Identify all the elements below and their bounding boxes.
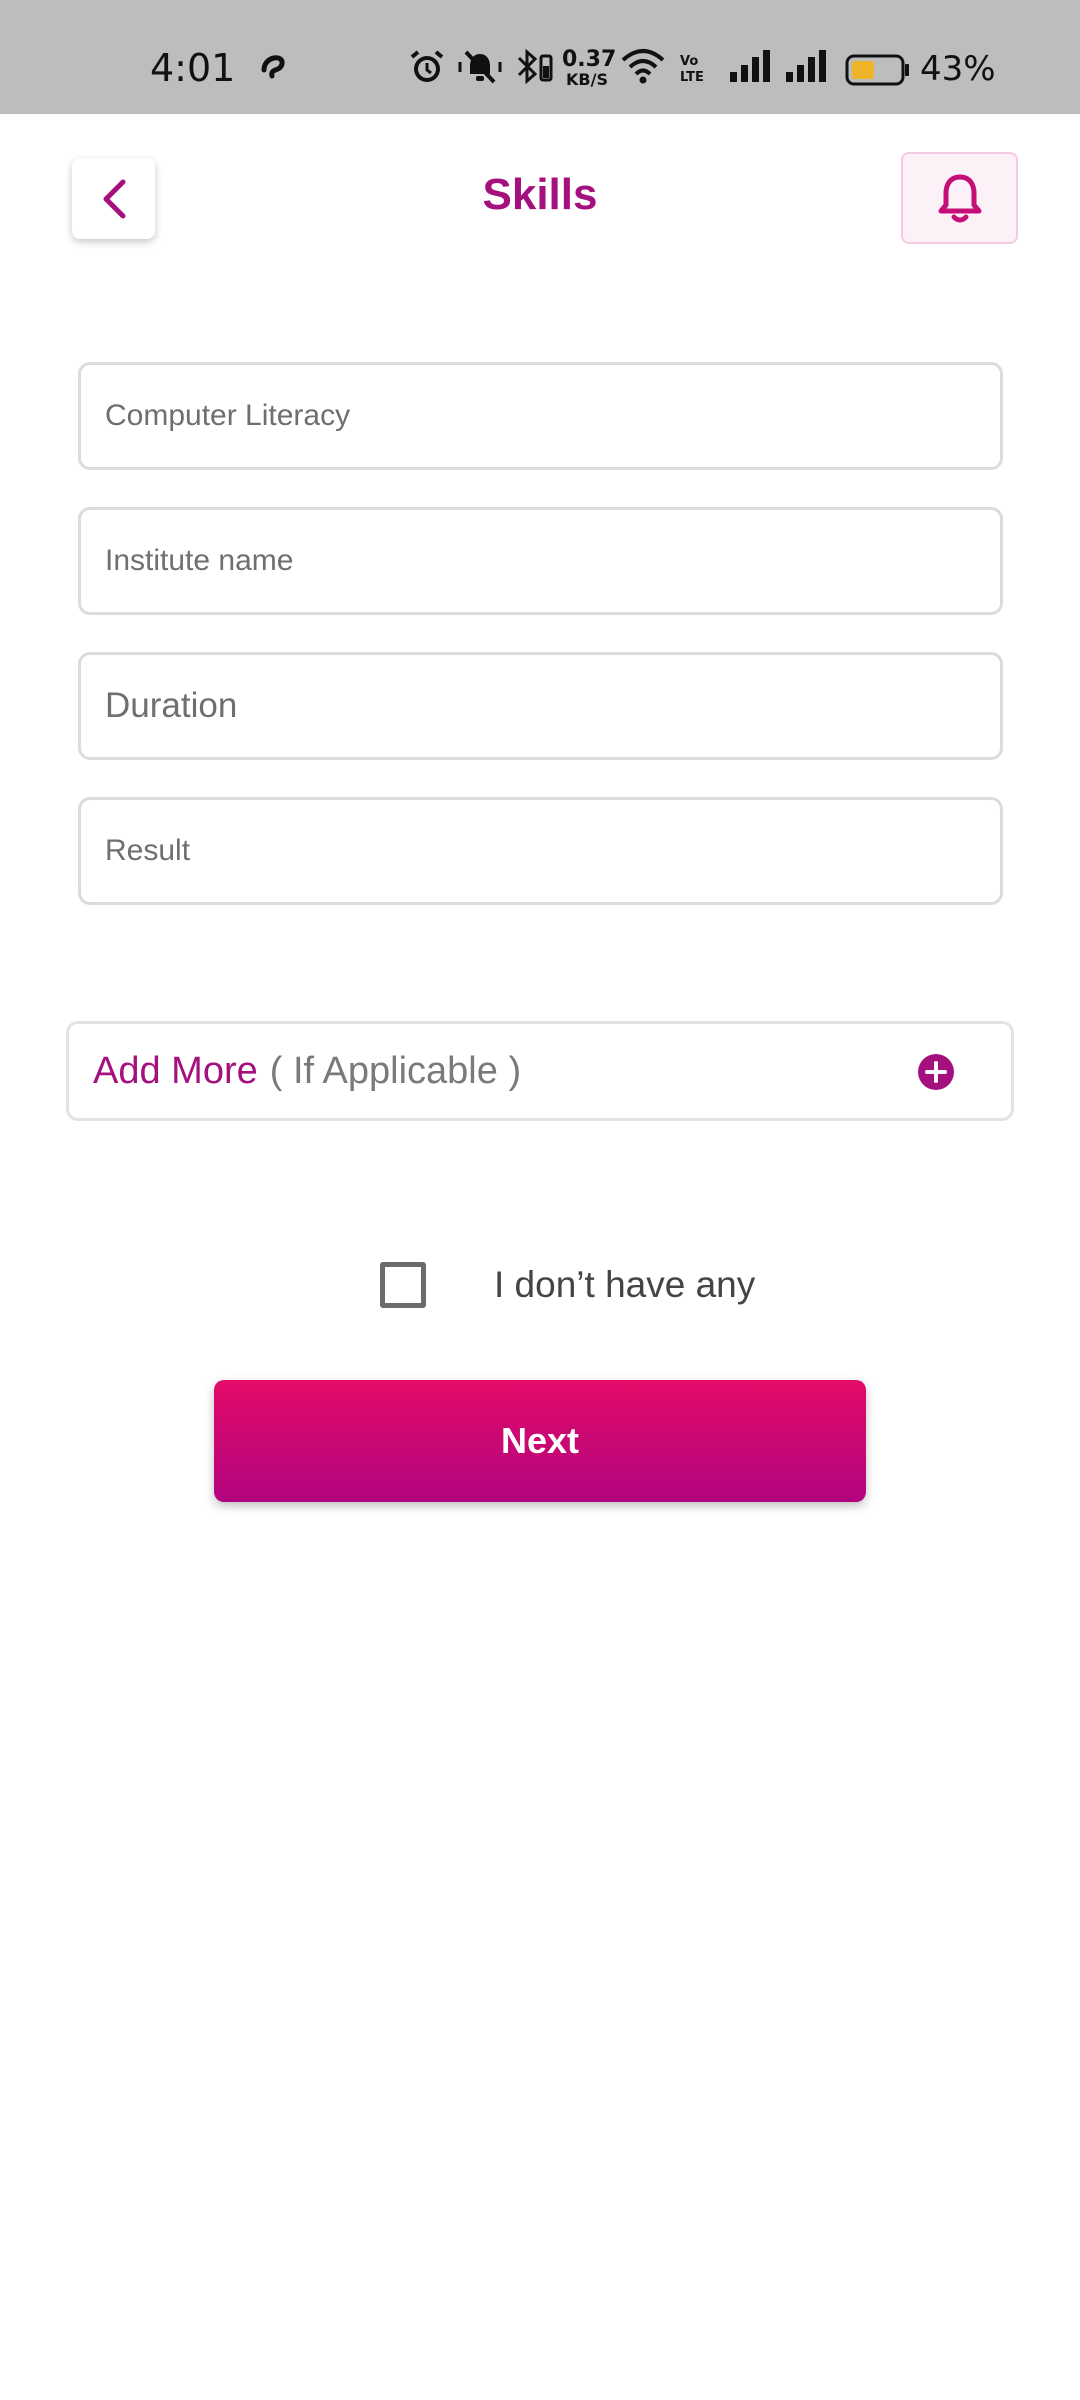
signal-icon xyxy=(784,48,828,88)
no-skills-row[interactable]: I don’t have any xyxy=(380,1262,755,1308)
svg-text:LTE: LTE xyxy=(680,70,704,84)
svg-text:Vo: Vo xyxy=(680,54,698,69)
result-field[interactable] xyxy=(78,797,1003,905)
duration-input[interactable] xyxy=(81,655,1000,757)
institute-name-input[interactable] xyxy=(81,510,1000,612)
no-skills-checkbox[interactable] xyxy=(380,1262,426,1308)
wifi-icon xyxy=(620,48,666,88)
net-speed: 0.37 KB/S xyxy=(562,49,616,90)
battery-percent: 43% xyxy=(920,49,996,89)
bell-icon xyxy=(938,174,981,223)
add-more-label: Add More xyxy=(93,1049,258,1092)
result-input[interactable] xyxy=(81,800,1000,902)
signal-icon xyxy=(728,48,772,88)
notification-app-icon xyxy=(256,48,290,88)
muted-bell-icon xyxy=(456,48,504,90)
add-more-hint: ( If Applicable ) xyxy=(269,1049,522,1092)
status-bar: 4:01 0.37 KB/S Vo LTE 43% xyxy=(0,0,1080,114)
net-speed-unit: KB/S xyxy=(566,70,608,89)
plus-circle-icon xyxy=(918,1054,954,1090)
alarm-icon xyxy=(408,48,446,90)
institute-name-field[interactable] xyxy=(78,507,1003,615)
net-speed-value: 0.37 xyxy=(562,47,617,72)
next-button[interactable]: Next xyxy=(214,1380,866,1502)
skill-name-input[interactable] xyxy=(81,365,1000,467)
no-skills-label: I don’t have any xyxy=(494,1264,756,1305)
duration-field[interactable] xyxy=(78,652,1003,760)
bluetooth-battery-icon xyxy=(515,48,555,90)
add-more-button[interactable]: Add More ( If Applicable ) xyxy=(66,1021,1014,1121)
volte-icon: Vo LTE xyxy=(678,52,714,88)
battery-icon xyxy=(845,54,911,90)
status-time: 4:01 xyxy=(150,46,236,90)
skill-name-field[interactable] xyxy=(78,362,1003,470)
notification-button[interactable] xyxy=(901,152,1018,244)
